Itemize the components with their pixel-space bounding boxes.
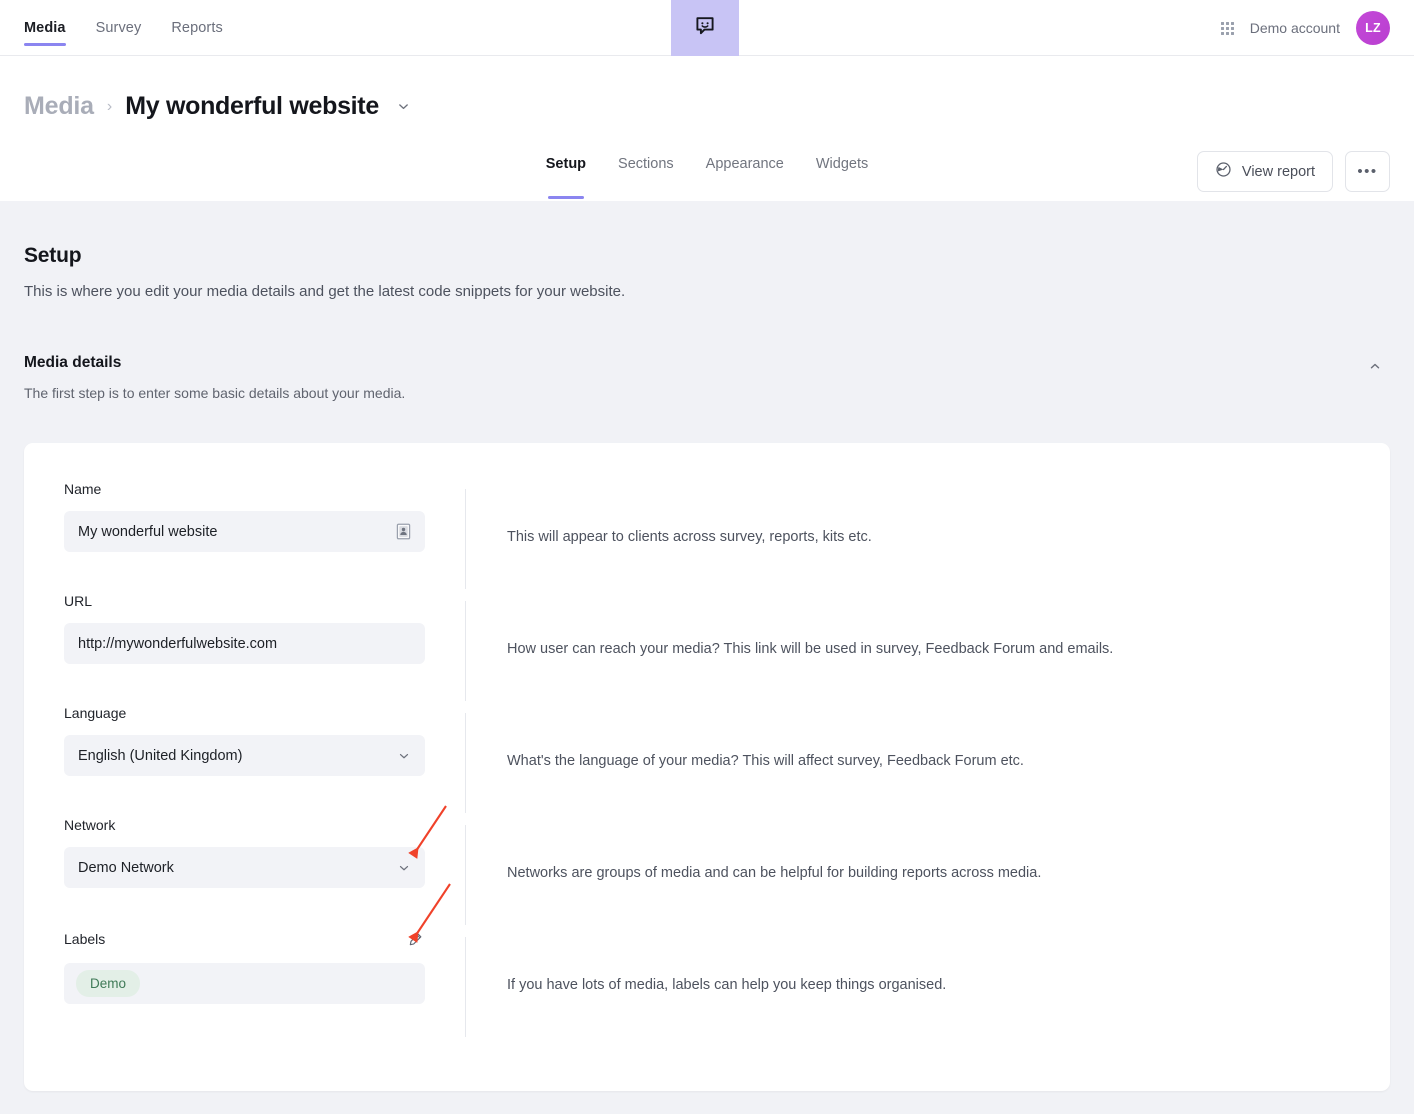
- field-name-label: Name: [64, 481, 425, 497]
- url-input-value: http://mywonderfulwebsite.com: [78, 635, 278, 652]
- page-header: Media › My wonderful website View report: [0, 56, 1414, 201]
- tab-widgets[interactable]: Widgets: [816, 156, 868, 201]
- media-details-title: Media details: [24, 354, 122, 371]
- field-labels-help: If you have lots of media, labels can he…: [466, 929, 1390, 1041]
- field-row-name: Name My wonderful website This will appe…: [24, 481, 1390, 593]
- tab-widgets-label: Widgets: [815, 156, 869, 172]
- url-input[interactable]: http://mywonderfulwebsite.com: [64, 623, 425, 664]
- field-row-network: Network Demo Network Networks are groups…: [24, 817, 1390, 929]
- breadcrumb: Media › My wonderful website: [24, 56, 1390, 121]
- field-language-label: Language: [64, 705, 425, 721]
- field-name-label-text: Name: [64, 481, 102, 497]
- field-network-help: Networks are groups of media and can be …: [466, 817, 1390, 929]
- nav-item-media-label: Media: [24, 19, 66, 36]
- name-input[interactable]: My wonderful website: [64, 511, 425, 552]
- id-badge-icon[interactable]: [396, 523, 411, 540]
- field-language-help-text: What's the language of your media? This …: [507, 753, 1024, 769]
- tab-appearance[interactable]: Appearance: [706, 156, 784, 201]
- tab-appearance-label: Appearance: [705, 156, 784, 172]
- section-tabs: Setup Sections Appearance Widgets: [0, 156, 1414, 201]
- field-name-help: This will appear to clients across surve…: [466, 481, 1390, 593]
- field-network-label: Network: [64, 817, 425, 833]
- top-bar-right-cluster: Demo account LZ: [1220, 0, 1390, 56]
- media-details-subtitle: The first step is to enter some basic de…: [24, 385, 406, 401]
- nav-item-reports-label: Reports: [171, 19, 223, 36]
- field-labels-help-text: If you have lots of media, labels can he…: [507, 977, 947, 993]
- field-network-help-text: Networks are groups of media and can be …: [507, 865, 1042, 881]
- top-navigation-bar: Media Survey Reports Demo account LZ: [0, 0, 1414, 56]
- field-network-label-text: Network: [64, 817, 116, 833]
- nav-item-survey-label: Survey: [95, 19, 142, 36]
- nav-item-survey[interactable]: Survey: [96, 0, 142, 56]
- field-name: Name My wonderful website: [24, 481, 465, 593]
- name-input-value: My wonderful website: [78, 523, 218, 540]
- tab-setup-label: Setup: [545, 156, 587, 172]
- section-collapse-toggle[interactable]: [1362, 355, 1388, 381]
- chevron-down-icon[interactable]: [397, 749, 411, 763]
- chat-smiley-icon: [693, 14, 717, 43]
- field-language-help: What's the language of your media? This …: [466, 705, 1390, 817]
- media-details-section-header: Media details The first step is to enter…: [24, 300, 1390, 401]
- brand-logo-badge[interactable]: [671, 0, 739, 56]
- tab-sections[interactable]: Sections: [618, 156, 674, 201]
- primary-nav: Media Survey Reports: [0, 0, 223, 56]
- setup-heading: Setup: [24, 244, 82, 267]
- account-switcher[interactable]: Demo account: [1250, 20, 1340, 36]
- field-network: Network Demo Network: [24, 817, 465, 929]
- nav-item-reports[interactable]: Reports: [171, 0, 222, 56]
- field-url: URL http://mywonderfulwebsite.com: [24, 593, 465, 705]
- avatar[interactable]: LZ: [1356, 11, 1390, 45]
- setup-description: This is where you edit your media detail…: [24, 283, 626, 300]
- field-url-help: How user can reach your media? This link…: [466, 593, 1390, 705]
- language-select[interactable]: English (United Kingdom): [64, 735, 425, 776]
- app-root: Media Survey Reports Demo account LZ Med…: [0, 0, 1414, 1114]
- language-select-value: English (United Kingdom): [78, 747, 243, 764]
- tab-sections-label: Sections: [618, 156, 674, 172]
- pencil-icon[interactable]: [405, 929, 425, 949]
- field-language: Language English (United Kingdom): [24, 705, 465, 817]
- page-title: My wonderful website: [125, 92, 379, 120]
- apps-grid-icon[interactable]: [1220, 21, 1234, 35]
- nav-item-media[interactable]: Media: [24, 0, 66, 56]
- field-url-help-text: How user can reach your media? This link…: [507, 641, 1114, 657]
- field-url-label-text: URL: [64, 593, 93, 609]
- field-labels-label-text: Labels: [64, 931, 106, 947]
- field-labels-label: Labels: [64, 929, 425, 949]
- label-chip-demo[interactable]: Demo: [76, 970, 141, 997]
- field-url-label: URL: [64, 593, 425, 609]
- field-row-language: Language English (United Kingdom) What's…: [24, 705, 1390, 817]
- tab-setup[interactable]: Setup: [546, 156, 586, 201]
- field-row-url: URL http://mywonderfulwebsite.com How us…: [24, 593, 1390, 705]
- media-details-card: Name My wonderful website This will appe…: [24, 443, 1390, 1091]
- chevron-down-icon[interactable]: [397, 861, 411, 875]
- field-labels: Labels Demo: [24, 929, 465, 1041]
- chevron-down-icon[interactable]: [396, 99, 411, 114]
- breadcrumb-root[interactable]: Media: [24, 92, 94, 121]
- network-select[interactable]: Demo Network: [64, 847, 425, 888]
- network-select-value: Demo Network: [78, 859, 174, 876]
- labels-input[interactable]: Demo: [64, 963, 425, 1004]
- field-row-labels: Labels Demo If you have lots of media, l…: [24, 929, 1390, 1041]
- field-language-label-text: Language: [64, 705, 127, 721]
- main-content: Setup This is where you edit your media …: [0, 201, 1414, 1091]
- field-name-help-text: This will appear to clients across surve…: [507, 529, 872, 545]
- breadcrumb-separator-icon: ›: [106, 97, 113, 115]
- chevron-up-icon: [1368, 359, 1382, 378]
